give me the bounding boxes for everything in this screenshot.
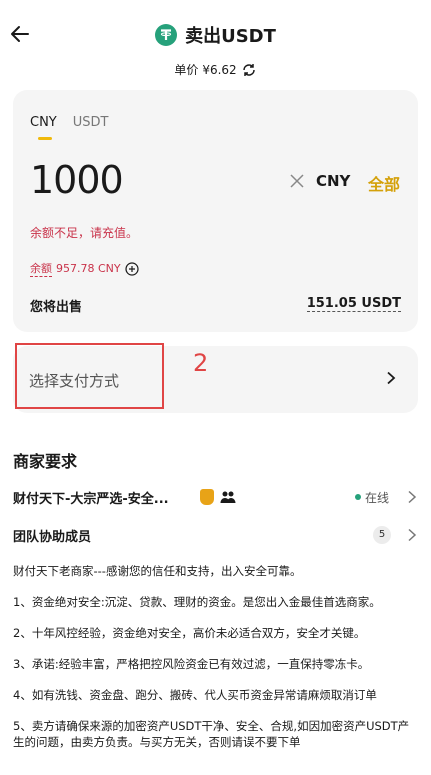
amount-currency: CNY [316,172,351,190]
annotation-box [15,343,164,409]
shield-badge-icon [200,489,214,505]
clear-icon[interactable] [289,173,305,189]
team-count-badge: 5 [373,526,391,544]
balance-row: 余额 957.78 CNY [30,260,139,277]
tab-cny-label: CNY [30,115,57,130]
add-funds-icon[interactable] [125,261,139,276]
merchant-row[interactable]: 财付天下-大宗严选-安全... 在线 [13,485,418,509]
amount-input[interactable]: 1000 [30,158,124,202]
tether-icon [155,24,178,46]
error-message: 余额不足，请充值。 [30,226,139,240]
description-paragraph: 财付天下老商家---感谢您的信任和支持，出入安全可靠。 [13,564,302,578]
chevron-right-icon [408,490,417,504]
online-status: 在线 [365,491,390,505]
description-paragraph: 3、承诺:经验丰富，严格把控风险资金已有效过滤，一直保持零冻卡。 [13,657,370,671]
all-button[interactable]: 全部 [368,171,400,195]
header: 卖出USDT 单价 ¥6.62 [0,0,431,92]
currency-tabs: CNY USDT [30,115,109,140]
description-paragraph: 1、资金绝对安全:沉淀、贷款、理财的资金。是您出入金最佳首选商家。 [13,595,381,609]
description-paragraph: 5、卖方请确保来源的加密资产USDT干净、安全、合规,如因加密资产USDT产生的… [13,719,410,749]
tab-cny[interactable]: CNY [30,115,57,140]
merchant-description: 财付天下老商家---感谢您的信任和支持，出入安全可靠。 1、资金绝对安全:沉淀、… [13,563,418,765]
balance-label: 余额 [30,262,52,277]
team-label: 团队协助成员 [13,530,92,545]
price-label: 单价 [174,63,199,77]
sell-value: 151.05 USDT [306,296,401,312]
online-dot [355,494,361,500]
description-paragraph: 4、如有洗钱、资金盘、跑分、搬砖、代人买币资金异常请麻烦取消订单 [13,688,377,702]
refresh-icon[interactable] [241,62,257,78]
title-wrap: 卖出USDT [0,22,431,48]
price-value: ¥6.62 [202,62,237,77]
annotation-number: 2 [193,349,209,377]
amount-card: CNY USDT 1000 CNY 全部 余额不足，请充值。 余额 957.78… [13,90,418,332]
chevron-right-icon [408,528,417,542]
balance-value: 957.78 CNY [56,262,121,275]
description-paragraph: 2、十年风控经验，资金绝对安全，高价未必适合双方，安全才关键。 [13,626,366,640]
merchant-section-title: 商家要求 [13,452,78,471]
tab-usdt[interactable]: USDT [73,115,109,130]
page-title: 卖出USDT [185,26,276,47]
unit-price: 单价 ¥6.62 [0,61,431,78]
tab-underline [38,137,52,140]
chevron-right-icon [387,371,396,385]
users-icon [220,491,236,503]
team-row[interactable]: 团队协助成员 5 [13,523,418,547]
merchant-name: 财付天下-大宗严选-安全... [13,492,169,507]
sell-label: 您将出售 [30,300,83,315]
